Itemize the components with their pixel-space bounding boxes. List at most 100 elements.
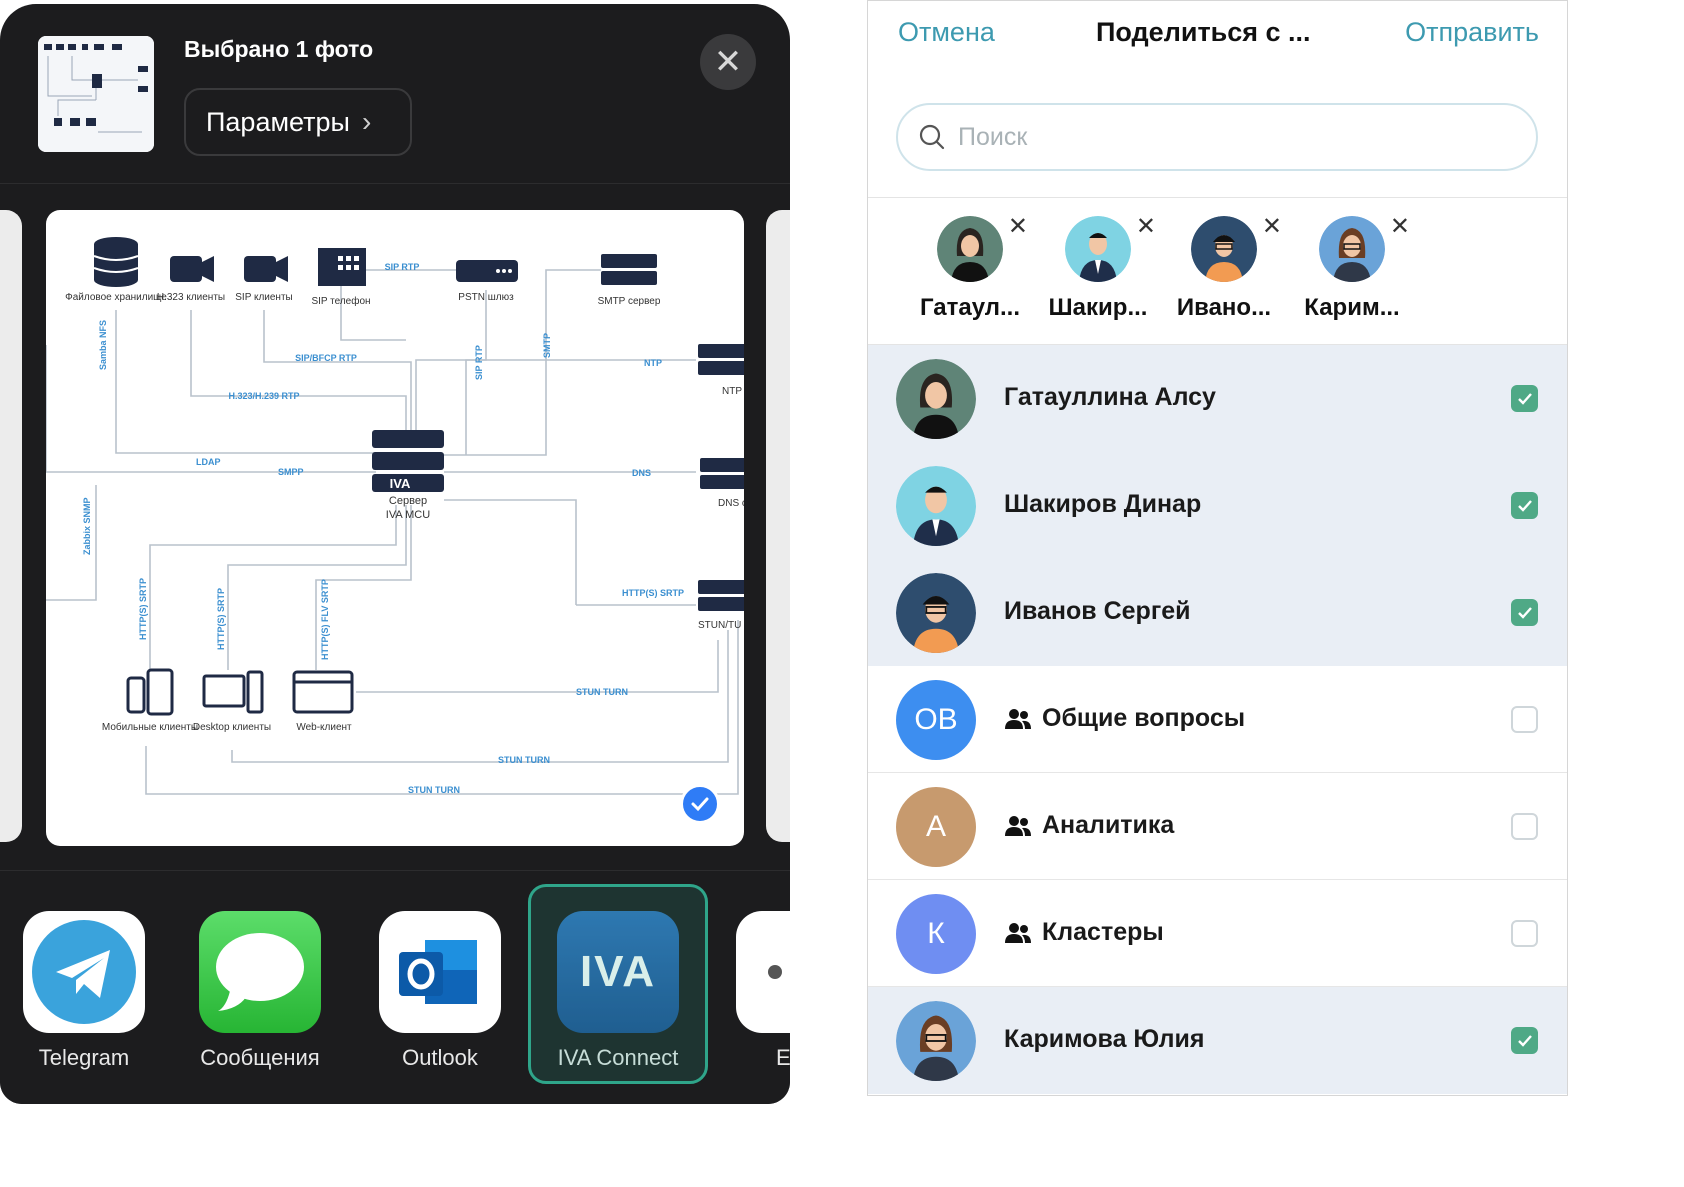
contact-row[interactable]: Гатауллина Алсу <box>868 345 1567 452</box>
diagram-node-label: SMTP сервер <box>598 296 661 307</box>
contact-name: Общие вопросы <box>1004 704 1245 733</box>
stun-server-icon <box>698 580 744 611</box>
link-label: HTTP(S) FLV SRTP <box>320 579 330 660</box>
link-label: H.323/H.239 RTP <box>228 391 299 401</box>
contact-checkbox[interactable] <box>1511 706 1538 733</box>
video-camera-icon <box>244 256 288 282</box>
contact-name: Каримова Юлия <box>1004 1025 1205 1053</box>
contact-name: Кластеры <box>1004 918 1164 947</box>
contact-checkbox[interactable] <box>1511 385 1538 412</box>
contact-row[interactable]: К Кластеры <box>868 880 1567 987</box>
check-icon <box>1517 499 1532 512</box>
search-input[interactable] <box>958 122 1498 152</box>
diagram-node-label: NTP серве <box>722 386 744 397</box>
diagram-node-label: STUN/TU серве <box>698 620 744 631</box>
diagram-node-label: H.323 клиенты <box>157 292 225 303</box>
link-label: SIP RTP <box>385 262 420 272</box>
link-label: SIP/BFCP RTP <box>295 353 357 363</box>
app-more[interactable]: E <box>736 911 790 1071</box>
remove-recipient-icon[interactable]: ✕ <box>1008 212 1028 241</box>
app-label: Сообщения <box>200 1045 320 1070</box>
file-storage-icon <box>93 237 139 287</box>
previous-photo-card[interactable] <box>0 210 22 842</box>
share-sheet-header: Выбрано 1 фото Параметры › ✕ <box>0 4 790 184</box>
link-label: LDAP <box>196 457 221 467</box>
search-box[interactable] <box>896 103 1538 171</box>
contact-checkbox[interactable] <box>1511 813 1538 840</box>
remove-recipient-icon[interactable]: ✕ <box>1262 212 1282 241</box>
messages-icon <box>199 911 321 1033</box>
diagram-node-label: PSTN шлюз <box>458 292 514 303</box>
dns-server-icon <box>700 458 744 489</box>
app-label: Outlook <box>402 1045 478 1070</box>
app-label: Telegram <box>38 1045 130 1070</box>
check-icon <box>1517 606 1532 619</box>
check-icon <box>1517 392 1532 405</box>
diagram-node-label: Web-клиент <box>296 722 352 733</box>
link-label: DNS <box>632 468 651 478</box>
group-name: Аналитика <box>1042 811 1175 839</box>
outlook-icon <box>379 911 501 1033</box>
cancel-button[interactable]: Отмена <box>898 17 995 48</box>
selection-title: Выбрано 1 фото <box>184 36 374 62</box>
contact-row[interactable]: Шакиров Динар <box>868 452 1567 559</box>
app-messages[interactable]: Сообщения <box>180 911 340 1071</box>
contacts-list: Гатауллина Алсу Шакиров Динар Иванов Сер… <box>868 345 1567 1094</box>
photo-selected-check-icon[interactable] <box>680 784 720 824</box>
group-name: Общие вопросы <box>1042 704 1246 732</box>
contact-row[interactable]: Иванов Сергей <box>868 559 1567 666</box>
contact-row[interactable]: Каримова Юлия <box>868 987 1567 1094</box>
avatar <box>1065 216 1131 282</box>
photo-preview-carousel[interactable]: Файловое хранилище H.323 клиенты SIP кли… <box>0 184 790 874</box>
mail-server-icon <box>601 254 657 285</box>
ntp-server-icon <box>698 344 744 375</box>
link-label: STUN TURN <box>498 755 550 765</box>
link-label: SMPP <box>278 467 304 477</box>
avatar <box>896 359 976 439</box>
next-photo-card[interactable] <box>766 210 790 842</box>
contact-checkbox[interactable] <box>1511 492 1538 519</box>
avatar <box>896 573 976 653</box>
link-label: STUN TURN <box>408 785 460 795</box>
link-label: SIP RTP <box>474 345 484 380</box>
chevron-right-icon: › <box>361 106 372 137</box>
link-label: HTTP(S) SRTP <box>216 588 226 650</box>
recipient-chip[interactable]: ✕ Ивано... <box>1160 213 1288 322</box>
send-button[interactable]: Отправить <box>1405 17 1539 48</box>
avatar: К <box>896 894 976 974</box>
recipient-chip[interactable]: ✕ Гатаул... <box>906 213 1034 322</box>
link-label: Zabbix SNMP <box>82 497 92 555</box>
contact-row[interactable]: ОВ Общие вопросы <box>868 666 1567 773</box>
diagram-node-label: IVA MCU <box>386 509 430 521</box>
iva-server-icon: IVA <box>372 430 444 492</box>
close-icon: ✕ <box>713 43 743 81</box>
remove-recipient-icon[interactable]: ✕ <box>1136 212 1156 241</box>
iva-connect-highlight <box>528 884 708 1084</box>
recipient-chip-name: Гатаул... <box>919 294 1021 321</box>
parameters-label: Параметры <box>206 106 350 137</box>
page-title: Поделиться с ... <box>1096 17 1311 47</box>
diagram-node-label: Desktop клиенты <box>193 722 271 733</box>
parameters-button[interactable]: Параметры › <box>184 88 412 156</box>
contact-checkbox[interactable] <box>1511 920 1538 947</box>
link-label: HTTP(S) SRTP <box>622 588 684 598</box>
diagram-node-label: DNS серве <box>718 498 744 509</box>
avatar <box>896 466 976 546</box>
selected-photo-preview[interactable]: Файловое хранилище H.323 клиенты SIP кли… <box>46 210 744 846</box>
recipient-chip[interactable]: ✕ Карим... <box>1288 213 1416 322</box>
recipient-chip-name: Карим... <box>1304 294 1400 321</box>
app-outlook[interactable]: Outlook <box>360 911 520 1071</box>
close-button[interactable]: ✕ <box>700 34 756 90</box>
video-camera-icon <box>170 256 214 282</box>
app-telegram[interactable]: Telegram <box>4 911 164 1071</box>
recipient-chip[interactable]: ✕ Шакир... <box>1034 213 1162 322</box>
remove-recipient-icon[interactable]: ✕ <box>1390 212 1410 241</box>
contact-checkbox[interactable] <box>1511 599 1538 626</box>
link-label: HTTP(S) SRTP <box>138 578 148 640</box>
telegram-icon <box>23 911 145 1033</box>
check-icon <box>1517 1034 1532 1047</box>
contact-checkbox[interactable] <box>1511 1027 1538 1054</box>
contact-row[interactable]: А Аналитика <box>868 773 1567 880</box>
gateway-icon <box>456 260 518 282</box>
group-icon <box>1004 708 1032 730</box>
